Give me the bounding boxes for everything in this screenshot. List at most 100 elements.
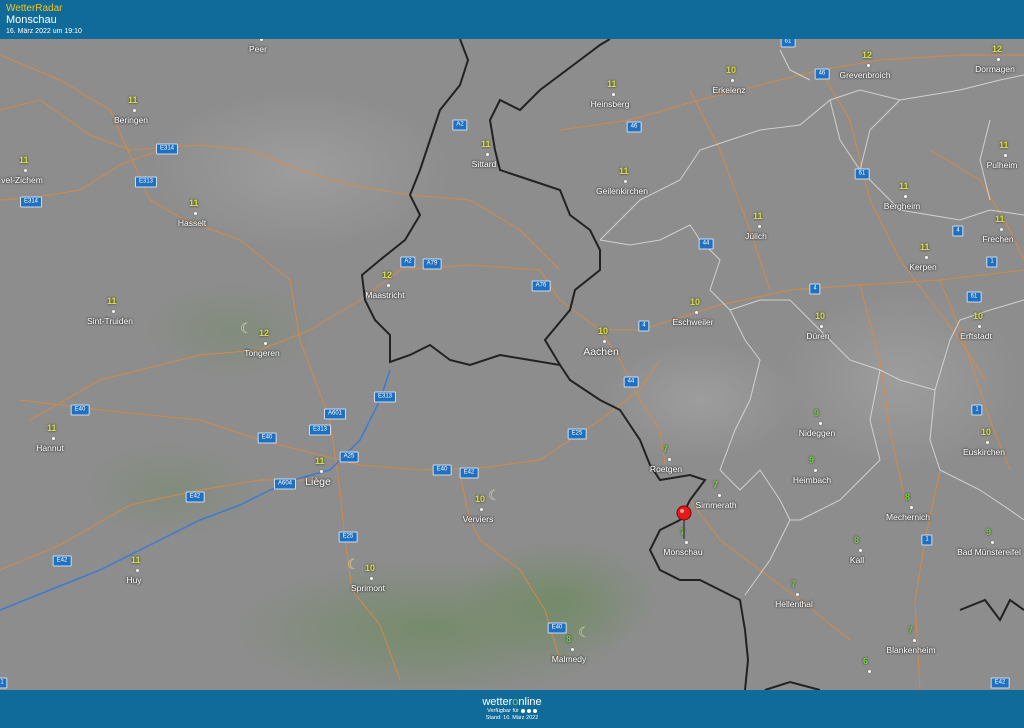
- town-label[interactable]: Bad Münstereifel: [957, 547, 1021, 557]
- map-base: [0, 39, 1024, 690]
- town-label[interactable]: Heinsberg: [591, 99, 630, 109]
- road-shield: E40: [257, 432, 277, 444]
- temperature-value: 12: [382, 270, 393, 280]
- town-label[interactable]: Frechen: [982, 234, 1013, 244]
- town-label[interactable]: Heimbach: [793, 475, 831, 485]
- temperature-value: 12: [862, 50, 873, 60]
- road-shield: A2: [400, 256, 416, 268]
- timestamp: 16. März 2022 um 19:10: [6, 28, 82, 35]
- road-shield: 61: [966, 291, 982, 303]
- town-label[interactable]: Hannut: [36, 443, 63, 453]
- road-shield: E40: [432, 464, 452, 476]
- town-marker: [978, 325, 981, 328]
- town-label[interactable]: Malmedy: [552, 654, 586, 664]
- temperature-value: 11: [619, 166, 629, 176]
- town-label[interactable]: Geilenkirchen: [596, 186, 648, 196]
- road-shield: 1: [986, 256, 998, 268]
- temperature-value: 11: [131, 555, 141, 565]
- town-label[interactable]: Grevenbroich: [839, 70, 890, 80]
- road-shield: 1: [971, 404, 983, 416]
- temperature-value: 11: [481, 139, 491, 149]
- town-label[interactable]: Liège: [305, 476, 331, 488]
- town-label[interactable]: Sittard: [472, 159, 497, 169]
- town-label[interactable]: Eschweiler: [672, 317, 713, 327]
- town-label[interactable]: Euskirchen: [963, 447, 1005, 457]
- radar-map[interactable]: Peer 11 Beringen 11 vel-Zichem 11 Hasselt 11 Sin…: [0, 39, 1024, 690]
- temperature-value: 11: [920, 242, 930, 252]
- town-label[interactable]: Aachen: [583, 346, 619, 358]
- town-marker: [1004, 154, 1007, 157]
- town-marker: [624, 180, 627, 183]
- app-name: WetterRadar: [6, 3, 63, 14]
- town-label[interactable]: Kerpen: [909, 262, 936, 272]
- header-bar: WetterRadar Monschau 16. März 2022 um 19…: [0, 0, 1024, 39]
- town-marker: [814, 469, 817, 472]
- town-marker: [264, 342, 267, 345]
- availability-label: Verfügbar für: [487, 708, 519, 714]
- town-label[interactable]: Tongeren: [244, 348, 279, 358]
- temperature-value: 7: [663, 444, 669, 454]
- town-label[interactable]: Huy: [126, 575, 141, 585]
- temperature-value: 8: [566, 634, 572, 644]
- town-label[interactable]: Verviers: [463, 514, 494, 524]
- temperature-value: 9: [986, 527, 992, 537]
- temperature-value: 12: [259, 328, 270, 338]
- temperature-value: 9: [809, 455, 815, 465]
- road-shield: 46: [814, 68, 830, 80]
- town-marker: [603, 340, 606, 343]
- town-marker: [112, 310, 115, 313]
- road-shield: 4: [809, 283, 821, 295]
- town-label[interactable]: Nideggen: [799, 428, 835, 438]
- road-shield: 44: [698, 238, 714, 250]
- brand-logo[interactable]: wetteronline: [0, 696, 1024, 708]
- town-label[interactable]: Erkelenz: [712, 85, 745, 95]
- town-marker: [695, 311, 698, 314]
- availability-text: Verfügbar für: [0, 708, 1024, 715]
- town-label[interactable]: Pulheim: [987, 160, 1018, 170]
- town-marker: [819, 422, 822, 425]
- town-label[interactable]: Düren: [806, 331, 829, 341]
- town-label[interactable]: Sint-Truiden: [87, 316, 133, 326]
- temperature-value: 8: [854, 535, 860, 545]
- moon-icon: ☾: [578, 624, 591, 640]
- moon-icon: ☾: [347, 556, 360, 572]
- temperature-value: 11: [753, 211, 763, 221]
- town-marker: [685, 541, 688, 544]
- footer-bar: wetteronline Verfügbar für Stand: 16. Mä…: [0, 690, 1024, 728]
- town-marker: [370, 577, 373, 580]
- town-label[interactable]: Roetgen: [650, 464, 682, 474]
- town-label[interactable]: Mechernich: [886, 512, 930, 522]
- temperature-value: 10: [365, 563, 376, 573]
- town-label[interactable]: Monschau: [663, 547, 702, 557]
- road-shield: 61: [854, 168, 870, 180]
- road-shield: A604: [273, 478, 297, 490]
- moon-icon: ☾: [240, 320, 253, 336]
- windows-icon: [532, 708, 537, 713]
- town-marker: [997, 58, 1000, 61]
- town-label[interactable]: Dormagen: [975, 64, 1015, 74]
- town-label[interactable]: Bergheim: [884, 201, 920, 211]
- town-label[interactable]: Blankenheim: [886, 645, 935, 655]
- town-label[interactable]: Erftstadt: [960, 331, 992, 341]
- stand-text: Stand: 16. März 2022: [485, 715, 539, 721]
- town-marker: [612, 93, 615, 96]
- temperature-value: 10: [981, 427, 992, 437]
- brand-part: wetter: [482, 696, 513, 708]
- town-label[interactable]: Kall: [850, 555, 864, 565]
- temperature-value: 11: [607, 79, 617, 89]
- town-label[interactable]: Beringen: [114, 115, 148, 125]
- town-label[interactable]: Jülich: [745, 231, 767, 241]
- town-label[interactable]: Peer: [249, 44, 267, 54]
- town-label[interactable]: Hellenthal: [775, 599, 813, 609]
- town-label[interactable]: Maastricht: [365, 290, 404, 300]
- town-label[interactable]: Hasselt: [178, 218, 206, 228]
- town-marker: [194, 212, 197, 215]
- town-marker: [668, 458, 671, 461]
- town-label[interactable]: Sprimont: [351, 583, 385, 593]
- road-shield: 46: [626, 121, 642, 133]
- location-pin-icon[interactable]: [674, 504, 694, 540]
- town-label[interactable]: Simmerath: [695, 500, 736, 510]
- road-shield: E40: [70, 404, 90, 416]
- android-icon: [526, 708, 531, 713]
- town-label[interactable]: vel-Zichem: [1, 175, 43, 185]
